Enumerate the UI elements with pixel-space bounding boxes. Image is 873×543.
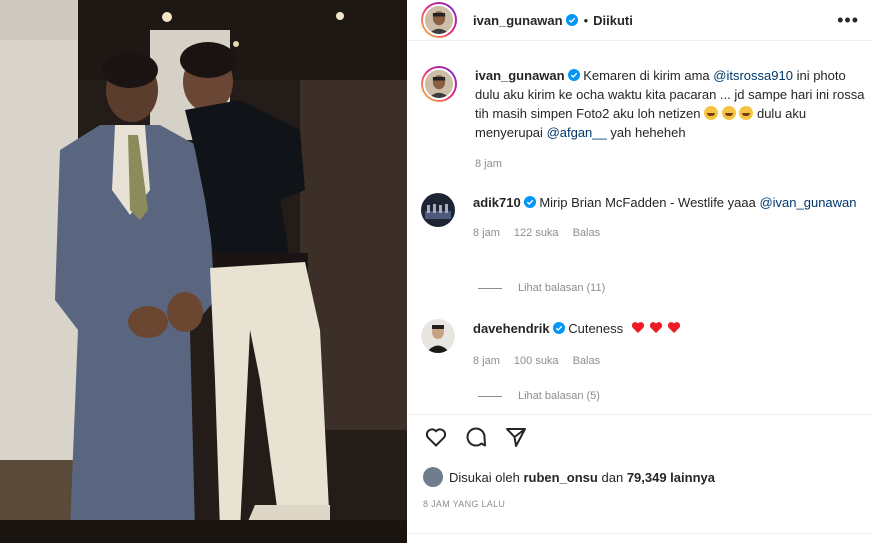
mention-link[interactable]: @ivan_gunawan bbox=[759, 195, 856, 210]
post-timestamp: 8 JAM YANG LALU bbox=[423, 499, 506, 509]
view-replies-label: Lihat balasan (5) bbox=[518, 390, 600, 402]
comments-list: ivan_gunawan Kemaren di kirim ama @itsro… bbox=[407, 52, 873, 414]
verified-icon bbox=[552, 322, 565, 334]
verified-icon bbox=[565, 14, 578, 26]
comment-text: Mirip Brian McFadden - Westlife yaaa bbox=[539, 195, 756, 210]
post-sidebar: ivan_gunawan • Diikuti ••• ivan_gunawan … bbox=[407, 0, 873, 543]
heart-icon[interactable] bbox=[424, 425, 448, 449]
commenter-username[interactable]: adik710 bbox=[473, 195, 521, 210]
caption-text-4: yah heheheh bbox=[610, 125, 686, 140]
caption-avatar[interactable] bbox=[421, 66, 457, 102]
more-options-button[interactable]: ••• bbox=[837, 10, 859, 31]
comment-time: 8 jam bbox=[473, 227, 500, 239]
view-replies-label: Lihat balasan (11) bbox=[518, 282, 606, 294]
separator-dot: • bbox=[583, 12, 589, 28]
verified-icon bbox=[567, 69, 580, 81]
likes-prefix: Disukai oleh bbox=[449, 469, 520, 485]
caption-text-1: Kemaren di kirim ama bbox=[583, 68, 710, 83]
laughing-emoji-icon bbox=[704, 106, 719, 120]
comment-time: 8 jam bbox=[473, 355, 500, 367]
post-actions: Disukai oleh ruben_onsu dan 79,349 lainn… bbox=[407, 414, 873, 543]
view-replies-button[interactable]: Lihat balasan (5) bbox=[478, 390, 600, 402]
reply-button[interactable]: Balas bbox=[573, 352, 601, 371]
likes-joiner: dan bbox=[601, 469, 624, 485]
red-heart-emoji-icon bbox=[649, 322, 662, 333]
red-heart-emoji-icon bbox=[667, 322, 680, 333]
laughing-emoji-icon bbox=[721, 106, 736, 120]
commenter-avatar[interactable] bbox=[421, 193, 455, 227]
comment-likes[interactable]: 100 suka bbox=[514, 352, 559, 371]
author-avatar[interactable] bbox=[421, 2, 457, 38]
commenter-avatar[interactable] bbox=[421, 319, 455, 353]
post-photo[interactable] bbox=[0, 0, 407, 543]
caption-text: ivan_gunawan Kemaren di kirim ama @itsro… bbox=[475, 66, 873, 142]
caption-time: 8 jam bbox=[475, 158, 502, 170]
comment-item: davehendrik Cuteness 8 jam 100 suka Bala… bbox=[421, 319, 873, 371]
liker-avatar bbox=[423, 467, 443, 487]
reply-button[interactable]: Balas bbox=[573, 224, 601, 243]
laughing-emoji-icon bbox=[739, 106, 754, 120]
add-comment-bar[interactable] bbox=[407, 533, 873, 543]
author-username[interactable]: ivan_gunawan bbox=[473, 13, 563, 28]
post-header: ivan_gunawan • Diikuti ••• bbox=[407, 0, 873, 41]
mention-link[interactable]: @afgan__ bbox=[547, 125, 607, 140]
replies-divider bbox=[478, 395, 502, 397]
caption-username[interactable]: ivan_gunawan bbox=[475, 68, 565, 83]
likes-summary[interactable]: Disukai oleh ruben_onsu dan 79,349 lainn… bbox=[423, 467, 715, 487]
follow-button[interactable]: Diikuti bbox=[593, 13, 633, 28]
comment-text: Cuteness bbox=[568, 321, 624, 336]
comment-icon[interactable] bbox=[464, 425, 488, 449]
view-replies-button[interactable]: Lihat balasan (11) bbox=[478, 282, 605, 294]
mention-link[interactable]: @itsrossa910 bbox=[713, 68, 793, 83]
comment-likes[interactable]: 122 suka bbox=[514, 224, 559, 243]
likes-count[interactable]: 79,349 lainnya bbox=[627, 470, 715, 485]
replies-divider bbox=[478, 287, 502, 289]
caption: ivan_gunawan Kemaren di kirim ama @itsro… bbox=[421, 66, 873, 174]
share-icon[interactable] bbox=[504, 425, 528, 449]
commenter-username[interactable]: davehendrik bbox=[473, 321, 550, 336]
photo-image bbox=[0, 0, 407, 543]
verified-icon bbox=[523, 196, 536, 208]
comment-item: adik710 Mirip Brian McFadden - Westlife … bbox=[421, 193, 873, 243]
red-heart-emoji-icon bbox=[631, 322, 644, 333]
liker-username[interactable]: ruben_onsu bbox=[523, 470, 597, 485]
